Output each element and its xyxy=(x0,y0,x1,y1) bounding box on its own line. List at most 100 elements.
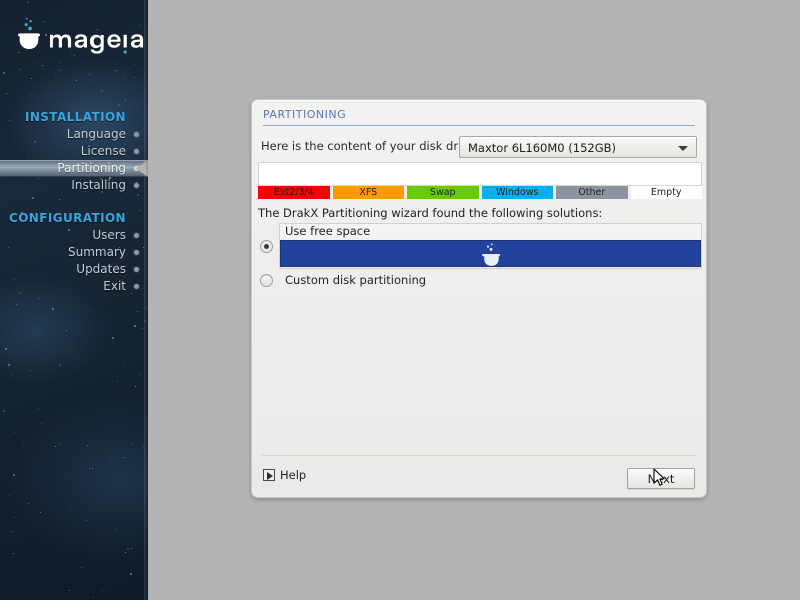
star-dot xyxy=(12,474,15,477)
star-dot xyxy=(93,597,95,599)
solution-option-use-free-space[interactable]: Use free space xyxy=(260,223,702,269)
help-button[interactable]: Help xyxy=(263,467,306,483)
proposed-partition-bar xyxy=(280,240,701,267)
star-dot xyxy=(140,393,142,395)
bullet-icon xyxy=(134,149,139,154)
radio-use-free-space[interactable] xyxy=(260,240,273,253)
star-dot xyxy=(34,99,36,101)
star-dot xyxy=(125,99,127,101)
sidebar-item-updates[interactable]: Updates xyxy=(0,261,148,278)
star-dot xyxy=(117,593,119,595)
play-box-icon xyxy=(263,469,275,481)
star-dot xyxy=(134,77,136,79)
disk-segment-empty[interactable] xyxy=(259,163,701,185)
bullet-icon xyxy=(134,132,139,137)
star-dot xyxy=(129,573,132,576)
star-dot xyxy=(31,77,33,79)
star-dot xyxy=(84,359,86,361)
disk-partition-map[interactable] xyxy=(258,162,702,186)
star-dot xyxy=(91,467,93,469)
legend-item-other: Other xyxy=(556,186,628,199)
star-dot xyxy=(116,529,118,531)
bullet-icon xyxy=(134,267,139,272)
solutions-label: The DrakX Partitioning wizard found the … xyxy=(258,206,603,220)
star-dot xyxy=(42,431,44,433)
mageia-logo-icon xyxy=(481,243,500,266)
star-dot xyxy=(117,380,119,382)
star-dot xyxy=(131,443,133,445)
star-dot xyxy=(139,102,141,103)
star-dot xyxy=(5,332,7,334)
title-divider xyxy=(263,125,695,126)
disk-drive-label: Here is the content of your disk drive xyxy=(261,139,476,153)
installer-steps-nav[interactable]: INSTALLATION Language License Partitioning I… xyxy=(0,108,148,295)
sidebar-item-language[interactable]: Language xyxy=(0,126,148,143)
star-dot xyxy=(31,519,33,521)
star-dot xyxy=(80,576,82,578)
star-dot xyxy=(89,467,91,469)
legend-item-empty: Empty xyxy=(630,186,702,199)
star-dot xyxy=(41,65,43,67)
sidebar-item-summary[interactable]: Summary xyxy=(0,244,148,261)
star-dot xyxy=(30,370,32,371)
star-dot xyxy=(69,510,71,512)
star-dot xyxy=(80,567,82,569)
star-dot xyxy=(88,509,90,511)
star-dot xyxy=(60,70,62,72)
star-dot xyxy=(14,431,16,433)
sidebar-item-partitioning[interactable]: Partitioning xyxy=(0,160,148,177)
star-dot xyxy=(89,74,91,76)
star-dot xyxy=(124,552,126,554)
sidebar-item-license[interactable]: License xyxy=(0,143,148,160)
bullet-icon xyxy=(134,233,139,238)
sidebar-item-installing[interactable]: Installing xyxy=(0,177,148,194)
star-dot xyxy=(30,94,32,96)
star-dot xyxy=(40,512,42,514)
star-dot xyxy=(102,590,104,592)
star-dot xyxy=(44,576,46,578)
sidebar-item-label: Language xyxy=(66,127,126,141)
star-dot xyxy=(18,69,20,71)
sidebar-item-label: License xyxy=(80,144,126,158)
disk-drive-row: Here is the content of your disk drive M… xyxy=(261,136,697,158)
solution-option-label: Custom disk partitioning xyxy=(285,273,427,287)
star-dot xyxy=(141,327,143,329)
star-dot xyxy=(133,325,136,328)
nav-section-gap xyxy=(0,194,148,209)
legend-item-windows: Windows xyxy=(481,186,553,199)
bullet-icon xyxy=(134,284,139,289)
sidebar-item-label: Partitioning xyxy=(57,161,126,175)
sidebar-item-exit[interactable]: Exit xyxy=(0,278,148,295)
star-dot xyxy=(123,78,125,80)
star-dot xyxy=(11,478,13,480)
star-dot xyxy=(134,386,136,388)
star-dot xyxy=(65,525,67,527)
star-dot xyxy=(138,374,140,376)
bullet-icon xyxy=(134,183,139,188)
legend-item-xfs: XFS xyxy=(332,186,404,199)
sidebar-item-label: Installing xyxy=(71,178,126,192)
sidebar-item-label: Summary xyxy=(68,245,126,259)
sidebar-item-users[interactable]: Users xyxy=(0,227,148,244)
radio-custom-partitioning[interactable] xyxy=(260,274,273,287)
star-dot xyxy=(2,71,5,74)
solution-option-label: Use free space xyxy=(285,224,371,238)
next-button[interactable]: Next xyxy=(627,468,695,489)
star-dot xyxy=(23,445,25,447)
star-dot xyxy=(101,89,104,92)
nav-heading-configuration: CONFIGURATION xyxy=(9,211,126,225)
nav-heading-installation: INSTALLATION xyxy=(24,110,126,124)
star-dot xyxy=(90,309,92,311)
solution-option-custom-partitioning[interactable]: Custom disk partitioning xyxy=(260,273,702,289)
star-dot xyxy=(65,330,67,332)
chevron-down-icon xyxy=(678,146,688,151)
footer-divider xyxy=(262,455,696,456)
star-dot xyxy=(67,562,69,564)
sidebar-edge xyxy=(144,0,148,600)
star-dot xyxy=(27,0,30,3)
disk-drive-select[interactable]: Maxtor 6L160M0 (152GB) xyxy=(459,136,697,158)
star-dot xyxy=(57,434,59,436)
star-dot xyxy=(123,365,124,367)
star-dot xyxy=(5,93,7,95)
star-dot xyxy=(60,61,62,63)
